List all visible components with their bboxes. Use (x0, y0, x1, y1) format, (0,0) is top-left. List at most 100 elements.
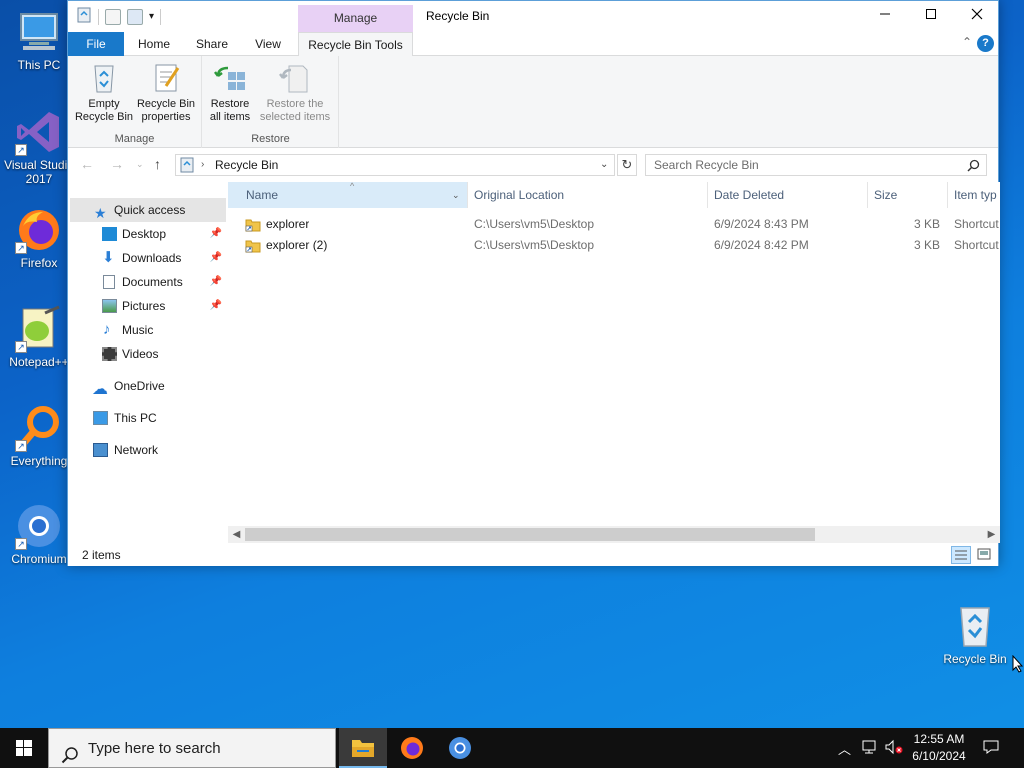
nav-item-downloads[interactable]: ⬇ Downloads 📌 (70, 246, 226, 270)
new-folder-icon[interactable] (127, 8, 143, 25)
pin-icon[interactable]: 📌 (210, 246, 222, 270)
column-header-name[interactable]: Name ^ ⌄ (228, 181, 468, 208)
tab-file[interactable]: File (68, 32, 124, 56)
tab-view[interactable]: View (244, 32, 292, 56)
properties-icon[interactable] (105, 8, 121, 25)
file-date-deleted: 6/9/2024 8:42 PM (714, 238, 809, 252)
column-dropdown-icon[interactable]: ⌄ (452, 182, 460, 208)
scroll-left-icon[interactable]: ◀ (228, 526, 245, 543)
address-bar[interactable]: › Recycle Bin ⌄ (175, 154, 615, 176)
ribbon-tabs: File Home Share View Recycle Bin Tools ⌃… (68, 32, 998, 57)
ribbon-group-restore: Restore all items Restore the selected i… (203, 56, 339, 148)
sort-up-icon: ^ (350, 181, 355, 191)
computer-icon (93, 411, 108, 425)
clock-date: 6/10/2024 (912, 749, 966, 763)
column-header-date-deleted[interactable]: Date Deleted (708, 182, 868, 208)
file-type: Shortcut (954, 238, 999, 252)
nav-item-desktop[interactable]: Desktop 📌 (70, 222, 226, 246)
tab-share[interactable]: Share (186, 32, 238, 56)
recycle-bin-properties-button[interactable]: Recycle Bin properties (136, 62, 196, 124)
desktop-icon-recycle-bin[interactable]: Recycle Bin (936, 602, 1014, 666)
close-icon (971, 8, 983, 20)
window-title: Recycle Bin (426, 9, 490, 23)
minimize-button[interactable] (862, 1, 908, 31)
forward-arrow-icon[interactable]: → (110, 156, 124, 172)
recent-locations-chevron-icon[interactable]: ⌄ (136, 159, 144, 170)
column-header-size[interactable]: Size (868, 182, 948, 208)
back-arrow-icon[interactable]: ← (80, 156, 94, 172)
refresh-icon[interactable]: ↻ (617, 154, 637, 176)
restore-selected-items-button[interactable]: Restore the selected items (257, 62, 333, 124)
chromium-icon: ↗ (15, 502, 63, 550)
nav-item-quick-access[interactable]: ★ Quick access (70, 198, 226, 222)
details-view-icon[interactable] (951, 546, 971, 564)
firefox-icon (401, 737, 423, 759)
nav-item-onedrive[interactable]: ☁ OneDrive (70, 374, 226, 398)
nav-item-videos[interactable]: Videos (70, 342, 226, 366)
pin-icon[interactable]: 📌 (210, 294, 222, 318)
table-row[interactable]: explorer (2) C:\Users\vm5\Desktop 6/9/20… (228, 235, 1000, 256)
taskbar-chromium[interactable] (436, 728, 484, 768)
start-button[interactable] (0, 728, 48, 768)
shortcut-arrow-icon: ↗ (15, 242, 27, 254)
table-row[interactable]: explorer C:\Users\vm5\Desktop 6/9/2024 8… (228, 214, 1000, 235)
collapse-ribbon-icon[interactable]: ⌃ (962, 35, 972, 49)
nav-item-label: Desktop (122, 227, 167, 241)
pin-icon[interactable]: 📌 (210, 270, 222, 294)
download-arrow-icon: ⬇ (102, 249, 115, 266)
search-icon (967, 158, 980, 178)
nav-item-network[interactable]: Network (70, 438, 226, 462)
shortcut-arrow-icon: ↗ (15, 341, 27, 353)
help-icon[interactable]: ? (977, 35, 994, 52)
close-button[interactable] (954, 1, 1000, 31)
network-status-icon[interactable] (861, 739, 879, 758)
tab-recycle-bin-tools[interactable]: Recycle Bin Tools (298, 32, 413, 57)
taskbar-search-box[interactable]: Type here to search (48, 728, 336, 768)
show-hidden-icons-chevron-icon[interactable]: ︿ (838, 739, 851, 758)
nav-item-pictures[interactable]: Pictures 📌 (70, 294, 226, 318)
scroll-right-icon[interactable]: ▶ (983, 526, 1000, 543)
document-icon (103, 275, 115, 289)
clock[interactable]: 12:55 AM 6/10/2024 (906, 731, 972, 765)
pin-icon[interactable]: 📌 (210, 222, 222, 246)
search-magnifier-icon: ↗ (15, 404, 63, 452)
breadcrumb-recycle-bin[interactable]: Recycle Bin (215, 155, 278, 175)
nav-item-music[interactable]: ♪ Music (70, 318, 226, 342)
column-header-original-location[interactable]: Original Location (468, 182, 708, 208)
context-tab-group-manage: Manage (298, 5, 413, 32)
shortcut-arrow-icon: ↗ (15, 538, 27, 550)
nav-item-label: OneDrive (114, 379, 165, 393)
horizontal-scrollbar[interactable]: ◀ ▶ (228, 526, 1000, 543)
notification-center-icon[interactable] (982, 739, 1000, 758)
tab-home[interactable]: Home (128, 32, 180, 56)
taskbar-file-explorer[interactable] (339, 728, 387, 768)
clock-time: 12:55 AM (913, 732, 965, 746)
button-label: properties (141, 111, 191, 123)
computer-icon (15, 8, 63, 56)
chromium-icon (449, 737, 471, 759)
restore-all-items-button[interactable]: Restore all items (205, 62, 255, 124)
maximize-icon (926, 9, 936, 19)
scrollbar-thumb[interactable] (245, 528, 815, 541)
taskbar-firefox[interactable] (388, 728, 436, 768)
properties-checklist-icon (150, 62, 182, 94)
volume-muted-icon[interactable] (884, 739, 904, 758)
nav-item-label: Documents (122, 275, 183, 289)
up-arrow-icon[interactable]: ↑ (154, 156, 161, 172)
nav-item-this-pc[interactable]: This PC (70, 406, 226, 430)
address-dropdown-icon[interactable]: ⌄ (600, 155, 608, 175)
empty-recycle-bin-button[interactable]: Empty Recycle Bin (74, 62, 134, 124)
search-input[interactable]: Search Recycle Bin (645, 154, 987, 176)
shortcut-arrow-icon: ↗ (15, 144, 27, 156)
large-icons-view-icon[interactable] (975, 546, 995, 564)
column-header-item-type[interactable]: Item typ (948, 182, 1000, 208)
nav-item-label: Pictures (122, 299, 166, 313)
customize-qat-dropdown-icon[interactable]: ▾ (149, 11, 154, 22)
nav-item-documents[interactable]: Documents 📌 (70, 270, 226, 294)
maximize-button[interactable] (908, 1, 954, 31)
file-location: C:\Users\vm5\Desktop (474, 217, 595, 231)
search-placeholder: Search Recycle Bin (654, 158, 759, 172)
recycle-bin-small-icon (76, 7, 92, 26)
desktop-icon-label: Chromium (11, 552, 67, 566)
desktop-folder-icon (102, 227, 117, 241)
